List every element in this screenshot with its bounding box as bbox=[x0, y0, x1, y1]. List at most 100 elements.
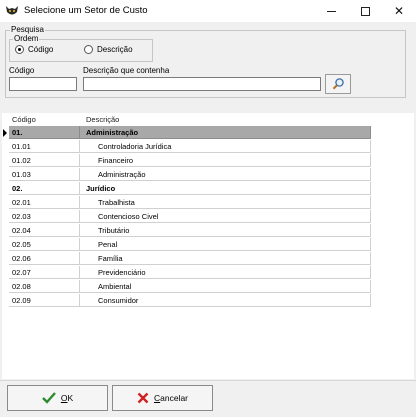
minimize-button[interactable] bbox=[314, 0, 348, 22]
dialog-window: Selecione um Setor de Custo ✕ Pesquisa O… bbox=[0, 0, 416, 417]
cancel-button-label: Cancelar bbox=[153, 393, 189, 403]
cell-description[interactable]: Penal bbox=[80, 238, 371, 251]
row-indicator bbox=[2, 154, 8, 167]
cell-description-text: Tributário bbox=[98, 226, 130, 235]
ok-button-label: OK bbox=[60, 393, 74, 403]
cell-description[interactable]: Financeiro bbox=[80, 154, 371, 167]
cell-description-text: Ambiental bbox=[98, 282, 132, 291]
table-row[interactable]: 02.04 Tributário bbox=[2, 224, 372, 238]
radio-unchecked-icon[interactable] bbox=[84, 45, 93, 54]
cell-description-text: Trabalhista bbox=[98, 198, 135, 207]
cat-app-icon bbox=[5, 4, 19, 17]
cell-code[interactable]: 02.07 bbox=[9, 266, 80, 279]
code-field-label: Código bbox=[9, 66, 35, 75]
cell-description-text: Controladoria Jurídica bbox=[98, 142, 172, 151]
row-indicator bbox=[2, 238, 8, 251]
row-indicator bbox=[2, 182, 8, 195]
cell-description[interactable]: Ambiental bbox=[80, 280, 371, 293]
order-radio-descricao[interactable]: Descrição bbox=[84, 45, 133, 54]
cell-code[interactable]: 02.09 bbox=[9, 294, 80, 307]
cell-description-text: Previdenciário bbox=[98, 268, 146, 277]
table-row[interactable]: 02.09 Consumidor bbox=[2, 294, 372, 308]
title-bar[interactable]: Selecione um Setor de Custo ✕ bbox=[0, 0, 416, 22]
table-row[interactable]: 02.06 Família bbox=[2, 252, 372, 266]
row-indicator bbox=[2, 210, 8, 223]
row-indicator bbox=[2, 280, 8, 293]
cell-description-text: Administração bbox=[98, 170, 146, 179]
table-row[interactable]: 01.02 Financeiro bbox=[2, 154, 372, 168]
cell-description[interactable]: Tributário bbox=[80, 224, 371, 237]
cell-code[interactable]: 02. bbox=[9, 182, 80, 195]
row-indicator bbox=[2, 126, 8, 139]
cell-code[interactable]: 01. bbox=[9, 126, 80, 139]
table-group-row[interactable]: 02. Jurídico bbox=[2, 182, 372, 196]
row-indicator bbox=[2, 168, 8, 181]
table-group-row[interactable]: 01. Administração bbox=[2, 126, 372, 140]
table-row[interactable]: 02.07 Previdenciário bbox=[2, 266, 372, 280]
window-title: Selecione um Setor de Custo bbox=[24, 5, 148, 16]
cost-sector-grid[interactable]: Código Descrição 01. Administração 01.01 Co… bbox=[2, 113, 414, 379]
row-indicator bbox=[2, 252, 8, 265]
cell-description-text: Contencioso Civel bbox=[98, 212, 159, 221]
minimize-icon bbox=[326, 10, 336, 12]
cell-description-text: Penal bbox=[98, 240, 118, 249]
order-radio-codigo-label: Código bbox=[28, 45, 54, 54]
code-input[interactable] bbox=[9, 77, 77, 91]
cell-description[interactable]: Administração bbox=[80, 168, 371, 181]
close-button[interactable]: ✕ bbox=[382, 0, 416, 22]
cell-description-text: Jurídico bbox=[86, 184, 116, 193]
column-header-code[interactable]: Código bbox=[12, 115, 36, 124]
description-input[interactable] bbox=[83, 77, 321, 91]
table-row[interactable]: 02.05 Penal bbox=[2, 238, 372, 252]
row-indicator bbox=[2, 140, 8, 153]
cell-description[interactable]: Controladoria Jurídica bbox=[80, 140, 371, 153]
order-group-label: Ordem bbox=[13, 34, 40, 43]
cell-code[interactable]: 02.06 bbox=[9, 252, 80, 265]
cell-code[interactable]: 02.04 bbox=[9, 224, 80, 237]
table-row[interactable]: 02.03 Contencioso Civel bbox=[2, 210, 372, 224]
close-icon: ✕ bbox=[393, 4, 405, 18]
row-indicator bbox=[2, 196, 8, 209]
cell-code[interactable]: 01.01 bbox=[9, 140, 80, 153]
grid-header: Código Descrição bbox=[2, 113, 414, 125]
radio-checked-icon[interactable] bbox=[15, 45, 24, 54]
cell-code[interactable]: 01.02 bbox=[9, 154, 80, 167]
cell-code[interactable]: 02.03 bbox=[9, 210, 80, 223]
cell-description[interactable]: Consumidor bbox=[80, 294, 371, 307]
order-radio-codigo[interactable]: Código bbox=[15, 45, 53, 54]
cell-description[interactable]: Previdenciário bbox=[80, 266, 371, 279]
cell-description[interactable]: Família bbox=[80, 252, 371, 265]
column-header-description[interactable]: Descrição bbox=[86, 115, 119, 124]
magnifier-icon bbox=[332, 77, 345, 92]
cell-description-text: Financeiro bbox=[98, 156, 134, 165]
description-field-label: Descrição que contenha bbox=[83, 66, 170, 75]
red-x-icon bbox=[137, 392, 149, 404]
table-row[interactable]: 02.01 Trabalhista bbox=[2, 196, 372, 210]
table-row[interactable]: 01.03 Administração bbox=[2, 168, 372, 182]
cell-description[interactable]: Administração bbox=[80, 126, 371, 139]
cell-description-text: Família bbox=[98, 254, 123, 263]
row-indicator bbox=[2, 266, 8, 279]
row-indicator bbox=[2, 294, 8, 307]
cell-description[interactable]: Trabalhista bbox=[80, 196, 371, 209]
search-group-label: Pesquisa bbox=[10, 25, 45, 34]
search-button[interactable] bbox=[325, 74, 351, 94]
cell-code[interactable]: 02.08 bbox=[9, 280, 80, 293]
cell-description-text: Consumidor bbox=[98, 296, 139, 305]
cancel-button[interactable]: Cancelar bbox=[112, 385, 213, 411]
order-radio-descricao-label: Descrição bbox=[97, 45, 133, 54]
cell-description[interactable]: Jurídico bbox=[80, 182, 371, 195]
cell-description[interactable]: Contencioso Civel bbox=[80, 210, 371, 223]
cell-code[interactable]: 02.01 bbox=[9, 196, 80, 209]
cell-description-text: Administração bbox=[86, 128, 139, 137]
current-row-arrow-icon bbox=[3, 129, 7, 137]
table-row[interactable]: 02.08 Ambiental bbox=[2, 280, 372, 294]
ok-button[interactable]: OK bbox=[7, 385, 108, 411]
table-row[interactable]: 01.01 Controladoria Jurídica bbox=[2, 140, 372, 154]
cell-code[interactable]: 02.05 bbox=[9, 238, 80, 251]
maximize-icon bbox=[360, 6, 370, 16]
maximize-button[interactable] bbox=[348, 0, 382, 22]
row-indicator bbox=[2, 224, 8, 237]
green-check-icon bbox=[41, 392, 56, 404]
cell-code[interactable]: 01.03 bbox=[9, 168, 80, 181]
